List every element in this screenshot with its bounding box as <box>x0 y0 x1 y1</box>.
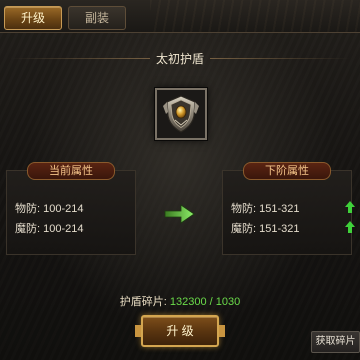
stat-up-arrow-icon <box>345 221 355 233</box>
current-attributes-header: 当前属性 <box>27 162 115 180</box>
title-divider-right <box>210 58 350 59</box>
upgrade-button[interactable]: 升 级 <box>135 315 225 347</box>
next-attributes-panel: 下阶属性 物防: 151-321 魔防: 151-321 <box>222 162 355 255</box>
next-magic-defense: 魔防: 151-321 <box>231 220 300 236</box>
tab-secondary-equip[interactable]: 副装 <box>68 6 126 30</box>
current-magic-defense: 魔防: 100-214 <box>15 220 84 236</box>
shield-icon <box>163 95 199 133</box>
stat-value: 100-214 <box>43 203 84 215</box>
stat-up-arrow-icon <box>345 201 355 213</box>
item-slot[interactable] <box>155 88 207 140</box>
tab-bar: 升级 副装 <box>0 0 360 33</box>
shield-shards-counter: 护盾碎片: 132300 / 1030 <box>0 293 360 309</box>
next-attributes-header: 下阶属性 <box>243 162 331 180</box>
get-shards-button[interactable]: 获取碎片 <box>311 331 360 353</box>
stat-value: 100-214 <box>43 223 84 235</box>
shards-value: 132300 / 1030 <box>169 296 241 308</box>
stat-label: 魔防: <box>15 223 41 235</box>
upgrade-direction-arrow-icon <box>164 204 195 224</box>
current-physical-defense: 物防: 100-214 <box>15 200 84 216</box>
game-screen: 升级 副装 太初护盾 当前属性 物防: 100-214 魔防: 100-214 … <box>0 0 360 360</box>
current-attributes-panel: 当前属性 物防: 100-214 魔防: 100-214 <box>6 162 136 255</box>
stat-value: 151-321 <box>259 223 300 235</box>
tab-upgrade[interactable]: 升级 <box>4 6 62 30</box>
next-physical-defense: 物防: 151-321 <box>231 200 300 216</box>
stat-label: 物防: <box>15 203 41 215</box>
shards-label: 护盾碎片: <box>119 296 167 308</box>
stat-value: 151-321 <box>259 203 300 215</box>
stat-label: 物防: <box>231 203 257 215</box>
stat-label: 魔防: <box>231 223 257 235</box>
